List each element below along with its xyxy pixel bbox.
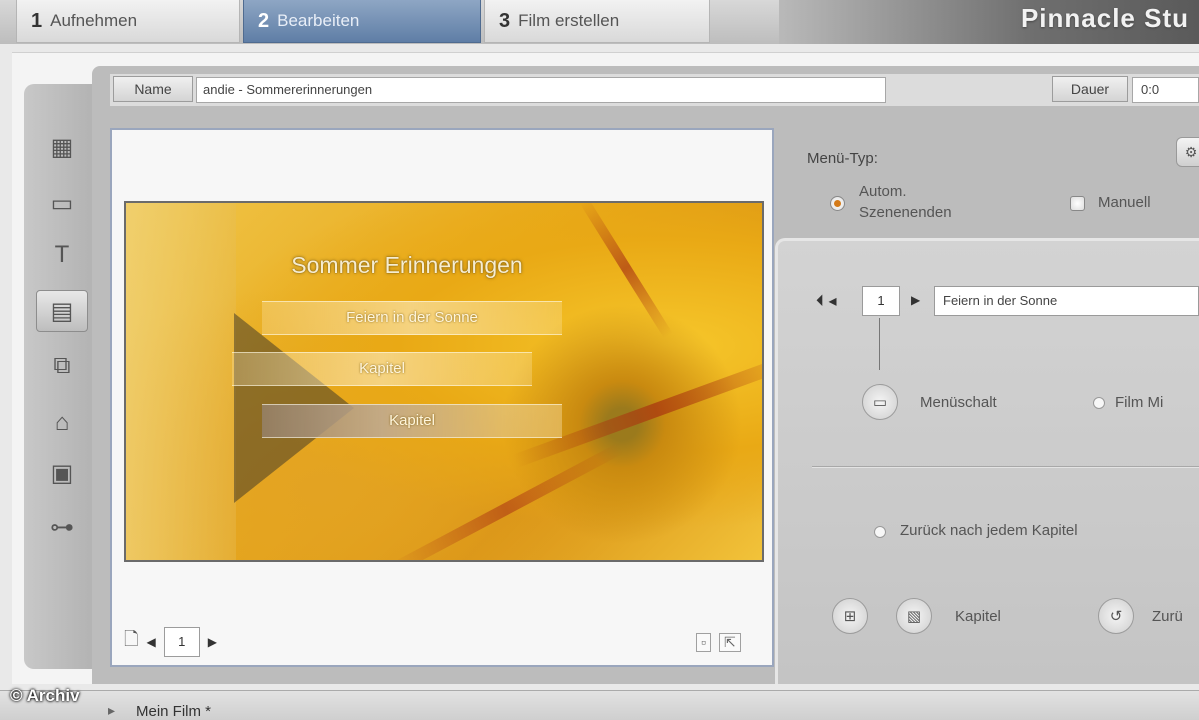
tab-number: 2 [258, 9, 270, 32]
film-icon: ▸ [108, 702, 116, 718]
auto-label-line2: Szenenenden [859, 204, 952, 221]
first-link-icon[interactable]: ⏴ ◂ [816, 291, 836, 311]
link-connector [879, 318, 880, 370]
link-number-field[interactable]: 1 [862, 286, 900, 316]
prev-page-icon[interactable]: ◀ [146, 635, 155, 649]
menu-icon[interactable]: ▤ [36, 290, 88, 332]
next-page-icon[interactable]: ▶ [208, 635, 217, 649]
tab-label: Film erstellen [518, 11, 620, 30]
page-icon[interactable]: 🗋 [124, 627, 138, 657]
auto-label-line1: Autom. [859, 183, 907, 200]
menu-button-2[interactable]: Kapitel [232, 352, 532, 386]
transition-icon[interactable]: ⧉ [36, 345, 88, 387]
app-brand-text: Pinnacle Stu [1020, 3, 1189, 33]
link-name-input[interactable]: Feiern in der Sonne [934, 286, 1199, 316]
frame-icon[interactable]: ▣ [36, 452, 88, 494]
tab-number: 1 [31, 9, 43, 32]
effects-icon[interactable]: ⌂ [36, 402, 88, 444]
tab-bearbeiten[interactable]: 2 Bearbeiten [243, 0, 481, 43]
return-after-chapter-label: Zurück nach jedem Kapitel [900, 522, 1078, 539]
image-credit: © Archiv [10, 686, 80, 705]
menu-button-3[interactable]: Kapitel [262, 404, 562, 438]
chapter-image-icon[interactable]: ▧ [896, 598, 932, 634]
chapter-label: Kapitel [955, 608, 1001, 625]
tab-aufnehmen[interactable]: 1 Aufnehmen [16, 0, 240, 43]
name-input[interactable]: andie - Sommererinnerungen [196, 77, 886, 103]
safe-area-icon[interactable]: ▫ [696, 633, 711, 652]
manual-label: Manuell [1098, 194, 1151, 211]
menu-button-link-label: Menüschalt [920, 394, 997, 411]
petal-streak [388, 442, 624, 560]
page-number-field[interactable]: 1 [163, 627, 200, 657]
video-clip-icon[interactable]: ▭ [36, 182, 88, 224]
panel-divider [812, 466, 1199, 468]
project-title: Mein Film * [136, 703, 212, 720]
tab-label: Aufnehmen [50, 11, 138, 30]
auto-scenes-label: Autom. Szenenenden [859, 181, 952, 223]
page-navigator: 🗋 ◀ 1 ▶ [124, 627, 217, 657]
return-after-chapter-radio[interactable] [874, 526, 886, 538]
petal-streak [579, 203, 673, 339]
menu-button-1[interactable]: Feiern in der Sonne [262, 301, 562, 335]
return-icon[interactable]: ↺ [1098, 598, 1134, 634]
film-menu-radio[interactable] [1093, 397, 1105, 409]
return-label: Zurü [1152, 608, 1183, 625]
add-chapter-icon[interactable]: ⊞ [832, 598, 868, 634]
menu-button-link-icon[interactable]: ▭ [862, 384, 898, 420]
menu-settings-icon[interactable]: ⚙ [1176, 137, 1199, 167]
tab-label: Bearbeiten [277, 11, 360, 30]
film-menu-label: Film Mi [1115, 394, 1164, 411]
name-label: Name [113, 76, 193, 102]
image-overlay [126, 203, 236, 560]
fullscreen-icon[interactable]: ⇱ [718, 633, 741, 652]
audio-icon[interactable]: ⊶ [36, 506, 88, 548]
duration-label: Dauer [1052, 76, 1128, 102]
timeline-icon[interactable]: ▦ [36, 126, 88, 168]
menu-type-label: Menü-Typ: [807, 150, 878, 167]
tab-film-erstellen[interactable]: 3 Film erstellen [484, 0, 710, 43]
auto-scenes-radio[interactable] [830, 196, 845, 211]
next-link-icon[interactable]: ▶ [911, 293, 920, 307]
tab-number: 3 [499, 9, 511, 32]
menu-title[interactable]: Sommer Erinnerungen [262, 252, 552, 284]
manual-checkbox[interactable] [1070, 196, 1085, 211]
duration-input[interactable]: 0:0 [1132, 77, 1199, 103]
preview-corner-tools: ▫ ⇱ [696, 633, 741, 652]
title-text-icon[interactable]: T [36, 234, 88, 276]
app-brand: Pinnacle Stu [779, 0, 1199, 44]
